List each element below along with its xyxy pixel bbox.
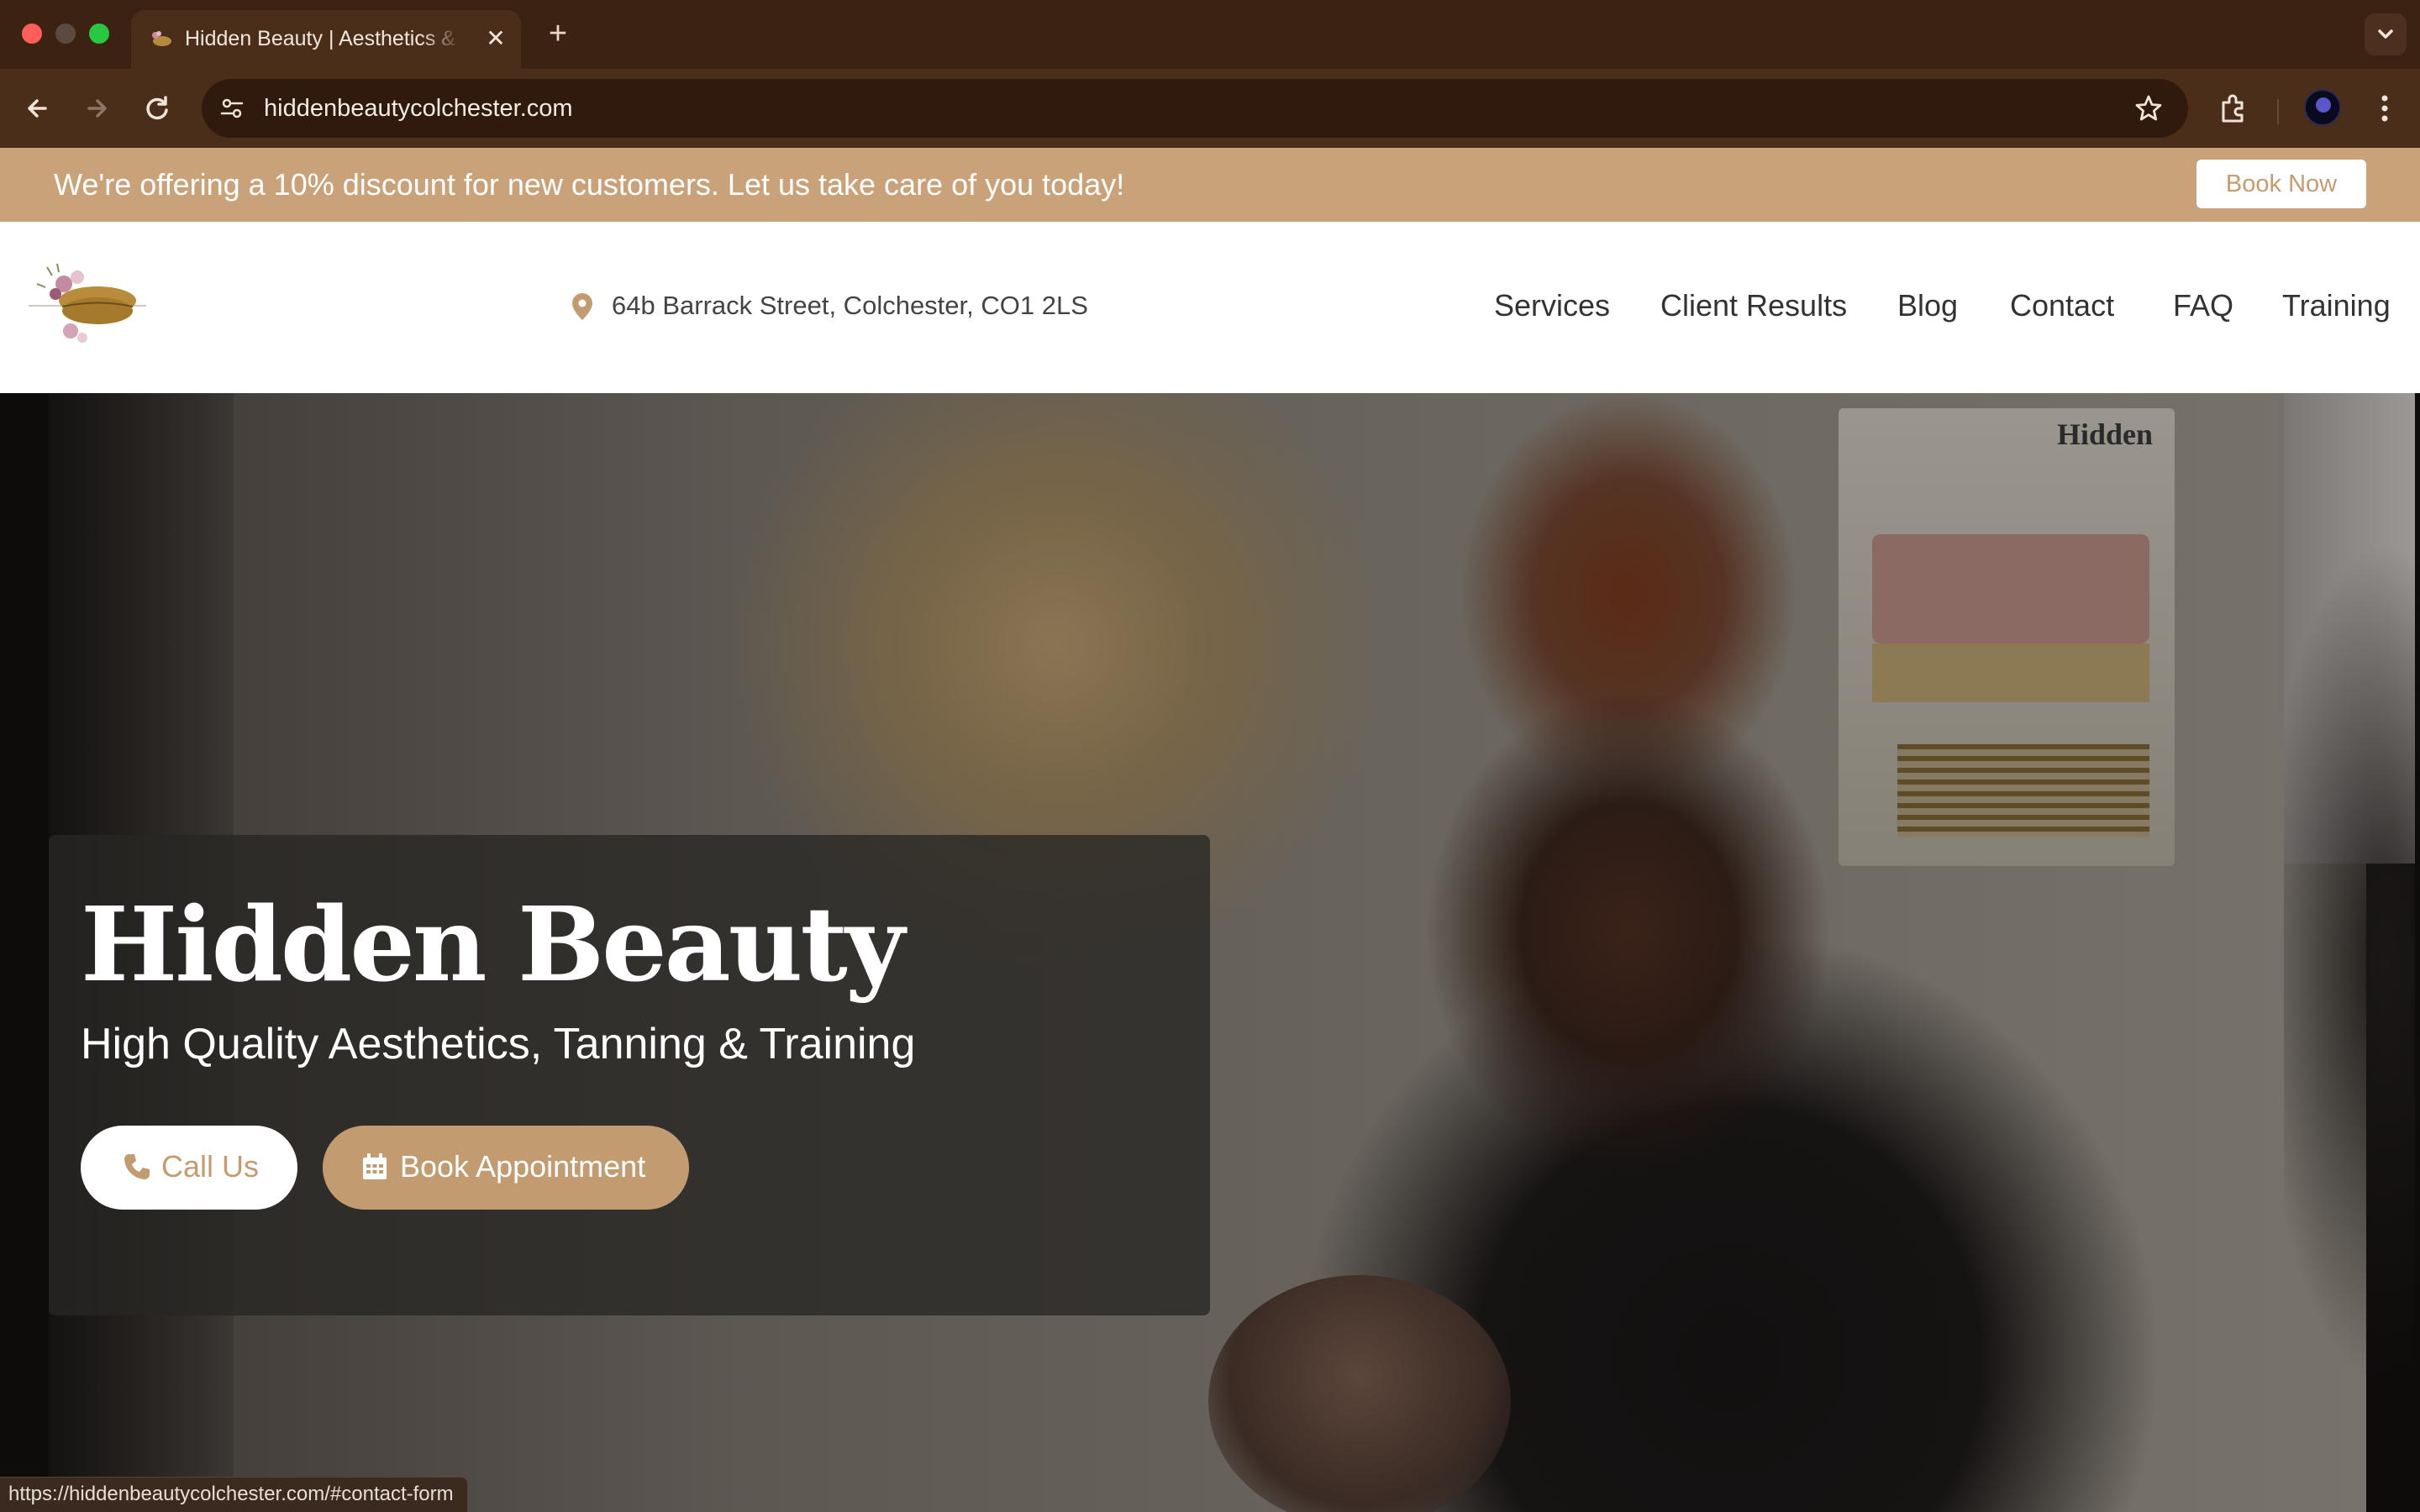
status-bar-url: https://hiddenbeautycolchester.com/#cont…: [0, 1477, 468, 1512]
book-appointment-button[interactable]: Book Appointment: [323, 1126, 689, 1210]
browser-toolbar: hiddenbeautycolchester.com: [0, 69, 2420, 148]
tab-title: Hidden Beauty | Aesthetics & Tanning: [185, 27, 462, 50]
extensions-puzzle-icon[interactable]: [2215, 89, 2254, 128]
minimize-window-button[interactable]: [55, 24, 76, 44]
nav-services[interactable]: Services: [1494, 287, 1610, 324]
calendar-icon: [363, 1153, 387, 1179]
nav-training[interactable]: Training: [2282, 287, 2391, 324]
hero-content-box: Hidden Beauty High Quality Aesthetics, T…: [49, 835, 1210, 1315]
profile-avatar[interactable]: [2304, 89, 2341, 126]
call-us-label: Call Us: [161, 1149, 260, 1184]
browser-menu-icon[interactable]: [2368, 89, 2402, 128]
toolbar-divider: [2277, 99, 2279, 124]
site-header: 64b Barrack Street, Colchester, CO1 2LS …: [0, 222, 2420, 393]
close-window-button[interactable]: [22, 24, 42, 44]
photo-client: [1208, 1275, 1511, 1512]
close-tab-icon[interactable]: ✕: [482, 25, 509, 52]
promo-banner: We're offering a 10% discount for new cu…: [0, 148, 2420, 222]
browser-tab-active[interactable]: Hidden Beauty | Aesthetics & Tanning ✕: [131, 10, 521, 69]
photo-skin-chart: Hidden: [1839, 408, 2175, 866]
hero-subtitle: High Quality Aesthetics, Tanning & Train…: [81, 1020, 916, 1068]
book-now-button[interactable]: Book Now: [2196, 160, 2366, 208]
tab-search-button[interactable]: [2365, 13, 2407, 55]
phone-icon: [124, 1154, 150, 1179]
nav-client-results[interactable]: Client Results: [1660, 287, 1847, 324]
hero-title: Hidden Beauty: [81, 884, 905, 1005]
reload-icon[interactable]: [138, 89, 176, 128]
site-info-icon[interactable]: [217, 93, 247, 123]
browser-tab-bar: Hidden Beauty | Aesthetics & Tanning ✕ +: [0, 0, 2420, 69]
address-text: 64b Barrack Street, Colchester, CO1 2LS: [612, 291, 1088, 320]
forward-arrow-icon[interactable]: [77, 89, 116, 128]
hero-section: Hidden Hidden Beauty High Quality Aesthe…: [0, 393, 2420, 1512]
photo-chart-text: Hidden: [2057, 417, 2154, 451]
address-bar[interactable]: hiddenbeautycolchester.com: [202, 79, 2188, 138]
maximize-window-button[interactable]: [89, 24, 109, 44]
nav-contact[interactable]: Contact: [2010, 287, 2114, 324]
nav-faq[interactable]: FAQ: [2173, 287, 2233, 324]
book-appointment-label: Book Appointment: [400, 1149, 646, 1184]
map-pin-icon: [572, 293, 592, 320]
chevron-down-icon: [2378, 29, 2393, 39]
new-tab-icon[interactable]: +: [541, 17, 575, 50]
back-arrow-icon[interactable]: [18, 89, 57, 128]
call-us-button[interactable]: Call Us: [81, 1126, 297, 1210]
bookmark-star-icon[interactable]: [2133, 92, 2165, 124]
site-favicon-icon: [152, 31, 171, 46]
site-logo[interactable]: [29, 259, 146, 349]
url-text: hiddenbeautycolchester.com: [264, 95, 573, 122]
nav-blog[interactable]: Blog: [1897, 287, 1958, 324]
promo-text: We're offering a 10% discount for new cu…: [54, 167, 1125, 202]
